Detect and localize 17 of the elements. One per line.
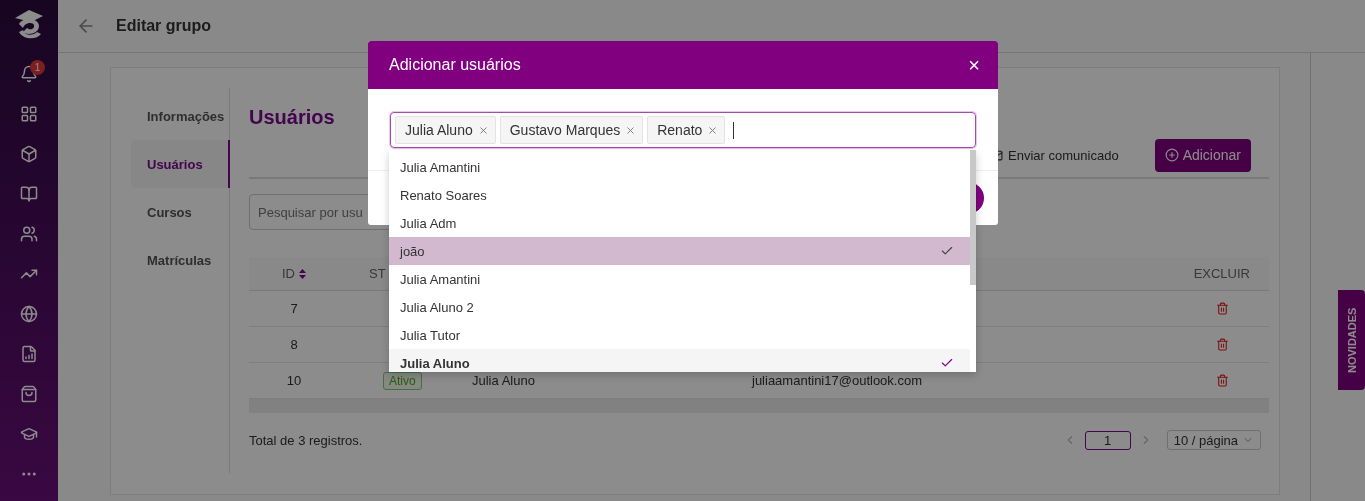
column-header: EXCLUIR [1193, 266, 1250, 281]
name-cell-text: Julia Aluno [472, 374, 536, 387]
user-tag: Gustavo Marques [499, 116, 644, 144]
email-cell: juliaamantini17@outlook.com [752, 374, 922, 387]
modal-title: Adicionar usuários [389, 56, 521, 74]
column-header: ST [369, 266, 386, 281]
total-count: Total de 3 registros. [249, 432, 363, 448]
page-title: Editar grupo [116, 17, 212, 35]
status-tag: Ativo [383, 371, 422, 390]
user-tag: Renato [647, 116, 726, 144]
section-title: Usuários [249, 106, 336, 129]
column-header: ID [282, 266, 295, 281]
id-cell-text: 7 [289, 302, 299, 315]
id-cell-text: 8 [289, 338, 299, 351]
id-cell-text: 10 [285, 374, 303, 387]
notification-count: 1 [30, 60, 45, 75]
user-tag: Julia Aluno [395, 116, 496, 144]
